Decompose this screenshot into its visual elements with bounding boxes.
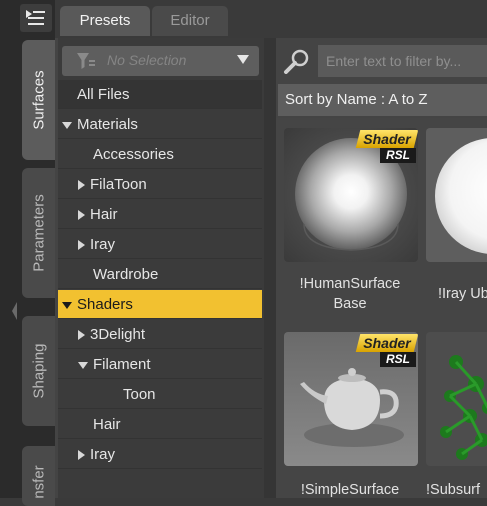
badge-sublabel: RSL — [380, 352, 416, 367]
tree-item[interactable]: Hair — [58, 200, 262, 229]
asset-thumbnail[interactable]: Shader RSL — [284, 332, 418, 466]
asset-thumbnail[interactable] — [426, 332, 487, 466]
chevron-down-icon — [237, 55, 249, 64]
side-tab-label: Shaping — [30, 343, 47, 399]
asset-caption: !SimpleSurface — [276, 480, 424, 498]
tree-item[interactable]: Materials — [58, 110, 262, 139]
tree-item-label: Filament — [93, 356, 151, 373]
tree-item[interactable]: Iray — [58, 440, 262, 469]
tree-item[interactable]: Shaders — [58, 290, 262, 319]
tree-item[interactable]: Accessories — [58, 140, 262, 169]
tree-item-label: Iray — [90, 236, 116, 253]
sphere-preview-icon — [426, 128, 487, 262]
expand-right-icon[interactable] — [78, 180, 85, 191]
shader-rsl-badge: Shader RSL — [354, 130, 418, 164]
filter-dropdown[interactable]: No Selection — [62, 46, 259, 76]
tree-item[interactable]: Toon — [58, 380, 262, 409]
tree-item-label: Hair — [90, 206, 118, 223]
sort-dropdown[interactable]: Sort by Name : A to Z — [278, 84, 487, 116]
tree-item-label: Iray — [90, 446, 116, 463]
tree-item-label: Shaders — [77, 296, 133, 313]
side-tab-label: nsfer — [30, 465, 47, 499]
badge-sublabel: RSL — [380, 148, 416, 163]
shader-rsl-badge: Shader RSL — [354, 334, 418, 368]
tree-item[interactable]: Iray — [58, 230, 262, 259]
badge-label: Shader — [363, 131, 411, 147]
caption-line: !SimpleSurface — [300, 482, 400, 498]
caption-line: !Iray Ub — [438, 286, 487, 302]
side-tab-surfaces[interactable]: Surfaces — [22, 40, 55, 160]
asset-caption: !HumanSurface Base — [276, 274, 424, 314]
expand-right-icon[interactable] — [78, 240, 85, 251]
asset-thumbnail[interactable] — [426, 128, 487, 262]
tree-item[interactable]: All Files — [58, 80, 262, 109]
collapse-arrow-icon[interactable] — [12, 300, 17, 322]
tree-item[interactable]: 3Delight — [58, 320, 262, 349]
tree-item-label: Wardrobe — [93, 266, 159, 283]
molecule-preview-icon — [440, 355, 487, 460]
tree-item-label: Hair — [93, 416, 121, 433]
tree-item-label: Toon — [123, 386, 156, 403]
expand-down-icon[interactable] — [62, 301, 72, 309]
tree-item[interactable]: Filament — [58, 350, 262, 379]
caption-line: Base — [333, 296, 367, 312]
tree-item[interactable]: Hair — [58, 410, 262, 439]
tree-item[interactable]: Wardrobe — [58, 260, 262, 289]
hamburger-menu-icon — [20, 4, 52, 32]
pane-menu-button[interactable] — [20, 4, 52, 32]
asset-grid: Shader RSL !HumanSurface Base !Iray Ub S… — [276, 118, 487, 498]
asset-caption: !Iray Ub — [416, 284, 487, 304]
side-tab-label: Surfaces — [30, 70, 47, 130]
expand-down-icon[interactable] — [62, 121, 72, 129]
tab-editor[interactable]: Editor — [152, 6, 228, 36]
funnel-icon — [77, 53, 95, 69]
caption-line: !Subsurf — [426, 482, 480, 498]
asset-thumbnail[interactable]: Shader RSL — [284, 128, 418, 262]
filter-label: No Selection — [107, 52, 187, 68]
tree-item[interactable]: FilaToon — [58, 170, 262, 199]
asset-caption: !Subsurf — [416, 480, 487, 498]
pane-splitter[interactable] — [264, 38, 276, 498]
badge-label: Shader — [363, 335, 411, 351]
expand-right-icon[interactable] — [78, 450, 85, 461]
tree-item-label: Materials — [77, 116, 138, 133]
side-tab-shaping[interactable]: Shaping — [22, 316, 55, 426]
tree-item-label: All Files — [77, 86, 130, 103]
caption-line: !HumanSurface — [299, 276, 401, 292]
expand-right-icon[interactable] — [78, 330, 85, 341]
expand-down-icon[interactable] — [78, 361, 88, 369]
search-input[interactable] — [318, 45, 487, 77]
tree-item-label: FilaToon — [90, 176, 147, 193]
magnifier-icon — [284, 49, 309, 74]
tab-presets[interactable]: Presets — [60, 6, 150, 36]
tree-item-label: 3Delight — [90, 326, 146, 343]
side-tab-label: Parameters — [30, 194, 47, 272]
side-tab-parameters[interactable]: Parameters — [22, 168, 55, 298]
expand-right-icon[interactable] — [78, 210, 85, 221]
tree-item-label: Accessories — [93, 146, 174, 163]
side-tab-transfer[interactable]: nsfer — [22, 446, 55, 506]
